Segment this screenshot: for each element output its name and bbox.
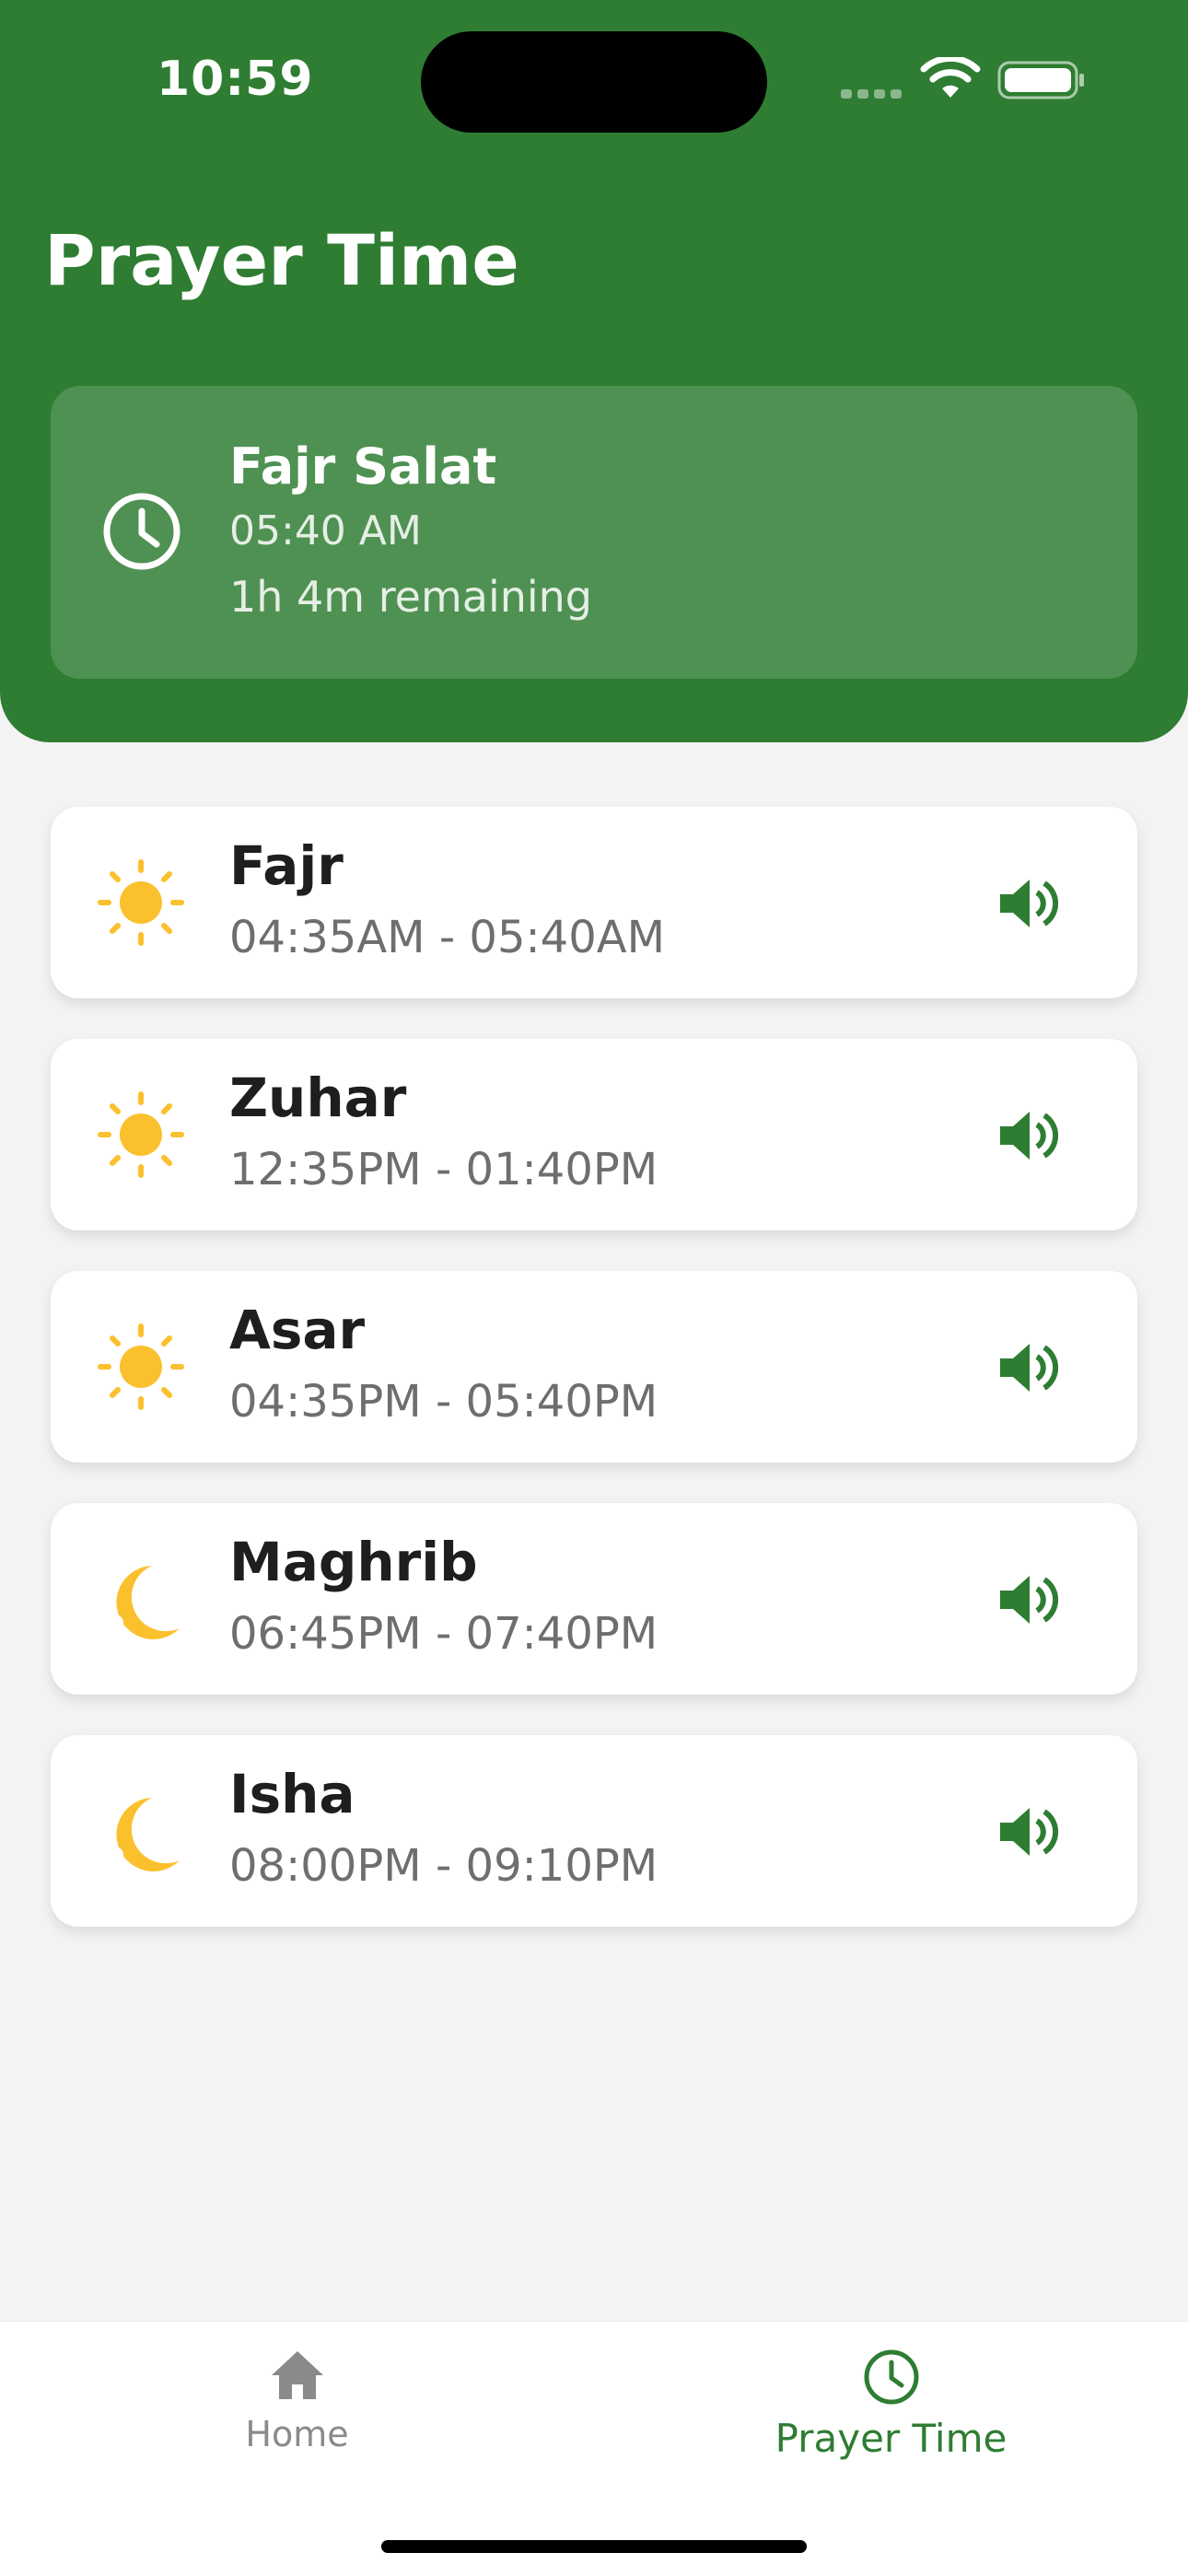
prayer-name: Fajr (229, 834, 344, 897)
prayer-card-isha[interactable]: Isha 08:00PM - 09:10PM (51, 1735, 1137, 1927)
volume-icon[interactable] (996, 1799, 1063, 1865)
prayer-card-fajr[interactable]: Fajr 04:35AM - 05:40AM (51, 807, 1137, 998)
clock-icon (103, 493, 181, 570)
nav-label-prayer-time: Prayer Time (775, 2416, 1007, 2461)
status-time: 10:59 (157, 52, 314, 107)
next-prayer-remaining: 1h 4m remaining (229, 572, 593, 622)
volume-icon[interactable] (996, 870, 1063, 937)
prayer-time-range: 08:00PM - 09:10PM (229, 1840, 658, 1892)
clock-icon (864, 2349, 918, 2405)
prayer-name: Asar (229, 1299, 366, 1361)
next-prayer-time: 05:40 AM (229, 507, 422, 554)
page-title: Prayer Time (44, 219, 519, 301)
header: 10:59 Prayer Time Fajr Salat 05:40 AM 1h… (0, 0, 1188, 742)
wifi-icon (920, 57, 981, 98)
prayer-name: Maghrib (229, 1531, 478, 1593)
prayer-list: Fajr 04:35AM - 05:40AM Zuhar 12:35PM - 0… (51, 807, 1137, 1967)
prayer-name: Zuhar (229, 1067, 407, 1129)
home-icon (271, 2351, 323, 2399)
prayer-time-range: 04:35AM - 05:40AM (229, 912, 665, 963)
next-prayer-title: Fajr Salat (229, 437, 497, 495)
nav-item-home[interactable]: Home (203, 2348, 391, 2454)
moon-icon (107, 1798, 180, 1871)
prayer-time-range: 04:35PM - 05:40PM (229, 1376, 658, 1428)
volume-icon[interactable] (996, 1335, 1063, 1401)
prayer-time-range: 12:35PM - 01:40PM (229, 1144, 658, 1195)
dynamic-island (421, 31, 767, 133)
bottom-nav: Home Prayer Time (0, 2321, 1188, 2576)
nav-label-home: Home (245, 2414, 349, 2454)
prayer-name: Isha (229, 1763, 355, 1825)
sun-icon (98, 1091, 184, 1178)
next-prayer-card: Fajr Salat 05:40 AM 1h 4m remaining (51, 386, 1137, 679)
sun-icon (98, 1323, 184, 1410)
cellular-signal-icon (841, 85, 907, 102)
prayer-card-asar[interactable]: Asar 04:35PM - 05:40PM (51, 1271, 1137, 1463)
prayer-time-range: 06:45PM - 07:40PM (229, 1608, 658, 1660)
prayer-card-zuhar[interactable]: Zuhar 12:35PM - 01:40PM (51, 1039, 1137, 1230)
sun-icon (98, 859, 184, 946)
nav-item-prayer-time[interactable]: Prayer Time (755, 2348, 1027, 2461)
volume-icon[interactable] (996, 1567, 1063, 1633)
battery-icon (997, 61, 1084, 99)
volume-icon[interactable] (996, 1102, 1063, 1169)
home-indicator[interactable] (381, 2540, 807, 2553)
moon-icon (107, 1566, 180, 1639)
prayer-card-maghrib[interactable]: Maghrib 06:45PM - 07:40PM (51, 1503, 1137, 1695)
